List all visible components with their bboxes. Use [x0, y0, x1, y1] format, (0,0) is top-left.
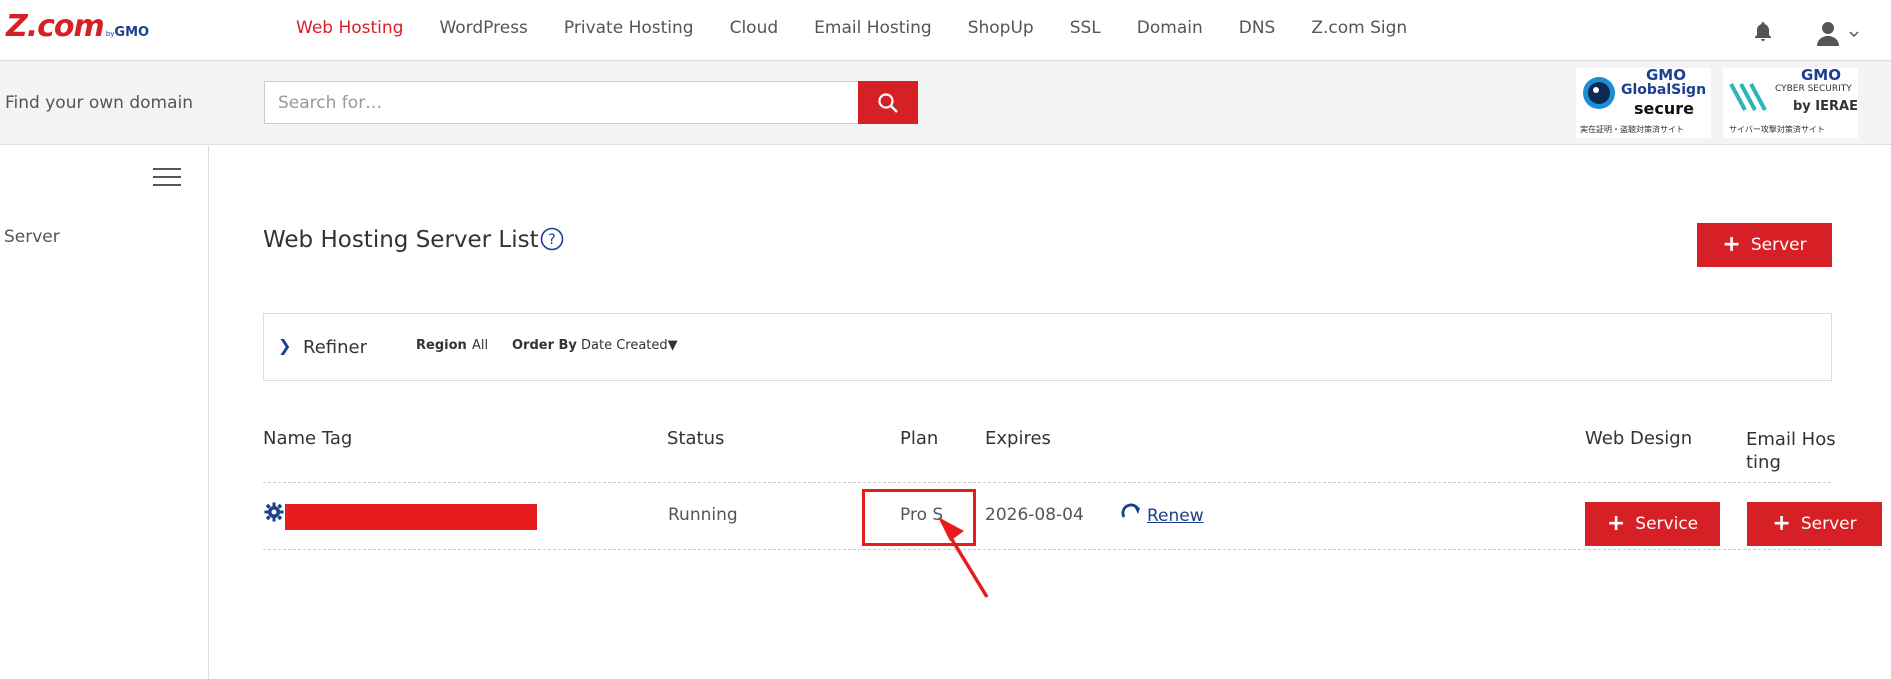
- nav-dns[interactable]: DNS: [1239, 18, 1276, 38]
- row-status: Running: [668, 505, 738, 525]
- header-name-tag: Name Tag: [263, 428, 353, 449]
- header-email-hosting: Email Hos ting: [1746, 428, 1836, 474]
- domain-search-input[interactable]: [264, 81, 859, 124]
- nav-shopup[interactable]: ShopUp: [968, 18, 1034, 38]
- nav-ssl[interactable]: SSL: [1070, 18, 1101, 38]
- add-server-label: Server: [1750, 235, 1807, 255]
- header-plan: Plan: [900, 428, 939, 449]
- nav-domain[interactable]: Domain: [1137, 18, 1203, 38]
- main-nav: Web Hosting WordPress Private Hosting Cl…: [296, 18, 1443, 38]
- plus-icon: +: [1606, 511, 1626, 536]
- header-status: Status: [667, 428, 725, 449]
- nav-email-hosting[interactable]: Email Hosting: [814, 18, 932, 38]
- sidebar: Server: [0, 146, 209, 679]
- sidebar-item-server[interactable]: Server: [4, 227, 60, 247]
- badge-secure-text: secure: [1634, 99, 1694, 118]
- region-value: All: [472, 338, 489, 353]
- help-question-icon[interactable]: ?: [540, 227, 564, 251]
- nav-cloud[interactable]: Cloud: [730, 18, 779, 38]
- svg-text:?: ?: [548, 232, 555, 248]
- badge-ierae-text: by IERAE: [1793, 99, 1858, 114]
- refiner-panel: ❯ Refiner Region All Order By Date Creat…: [263, 313, 1832, 381]
- search-button[interactable]: [858, 81, 918, 124]
- hamburger-menu-icon[interactable]: [153, 168, 181, 188]
- header-email-hosting-line1: Email Hos: [1746, 429, 1836, 450]
- renew-link[interactable]: Renew: [1147, 506, 1204, 526]
- find-domain-label: Find your own domain: [5, 93, 194, 113]
- ierae-logo-icon: [1729, 83, 1767, 111]
- header-email-hosting-line2: ting: [1746, 452, 1781, 473]
- order-by-label: Order By: [512, 338, 577, 353]
- nav-private-hosting[interactable]: Private Hosting: [564, 18, 694, 38]
- service-button-label: Service: [1635, 514, 1699, 534]
- logo-gmo: GMO: [114, 25, 150, 40]
- nav-wordpress[interactable]: WordPress: [439, 18, 527, 38]
- nav-web-hosting[interactable]: Web Hosting: [296, 18, 403, 38]
- badge-globalsign-sub: 実在証明・盗聴対策済サイト: [1580, 125, 1684, 134]
- chevron-down-icon[interactable]: [1849, 30, 1859, 38]
- plus-icon: +: [1722, 232, 1741, 257]
- logo-text: Z.com: [6, 9, 105, 44]
- email-server-button-label: Server: [1800, 514, 1857, 534]
- search-icon: [878, 92, 898, 113]
- renew-icon[interactable]: [1120, 503, 1144, 523]
- header-expires: Expires: [985, 428, 1051, 449]
- badge-globalsign-text: GlobalSign: [1621, 82, 1707, 98]
- globalsign-secure-badge[interactable]: GMO GlobalSign secure 実在証明・盗聴対策済サイト: [1576, 66, 1711, 138]
- domain-search-bar: Find your own domain GMO GlobalSign secu…: [0, 61, 1891, 145]
- gear-settings-icon[interactable]: [264, 502, 284, 522]
- notification-bell-icon[interactable]: [1751, 20, 1775, 44]
- page-title: Web Hosting Server List: [263, 227, 539, 253]
- add-server-button[interactable]: + Server: [1697, 223, 1832, 267]
- refiner-toggle[interactable]: Refiner: [303, 337, 367, 358]
- redacted-name-tag: [285, 504, 537, 530]
- zcom-logo[interactable]: Z.com by GMO: [6, 12, 149, 42]
- logo-by: by: [105, 30, 115, 38]
- order-by-select[interactable]: Date Created▼: [581, 338, 678, 353]
- row-divider: [263, 549, 1831, 550]
- add-email-server-button[interactable]: + Server: [1747, 502, 1882, 546]
- row-divider: [263, 482, 1831, 483]
- badge-ierae-sub: サイバー攻撃対策済サイト: [1729, 125, 1825, 134]
- plus-icon: +: [1772, 511, 1791, 536]
- user-account-icon[interactable]: [1815, 20, 1841, 46]
- header-web-design: Web Design: [1585, 428, 1693, 449]
- chevron-right-icon[interactable]: ❯: [278, 336, 291, 355]
- nav-zcom-sign[interactable]: Z.com Sign: [1311, 18, 1407, 38]
- globalsign-eye-icon: [1583, 77, 1615, 109]
- region-label: Region: [416, 338, 467, 353]
- add-web-design-service-button[interactable]: + Service: [1585, 502, 1720, 546]
- ierae-cyber-security-badge[interactable]: GMO CYBER SECURITY by IERAE サイバー攻撃対策済サイト: [1723, 66, 1858, 138]
- badge-cybersecurity-text: CYBER SECURITY: [1775, 84, 1852, 94]
- annotation-arrow-icon: [938, 517, 989, 598]
- badge-gmo-text: GMO: [1801, 66, 1841, 84]
- top-navigation: Z.com by GMO Web Hosting WordPress Priva…: [0, 0, 1891, 61]
